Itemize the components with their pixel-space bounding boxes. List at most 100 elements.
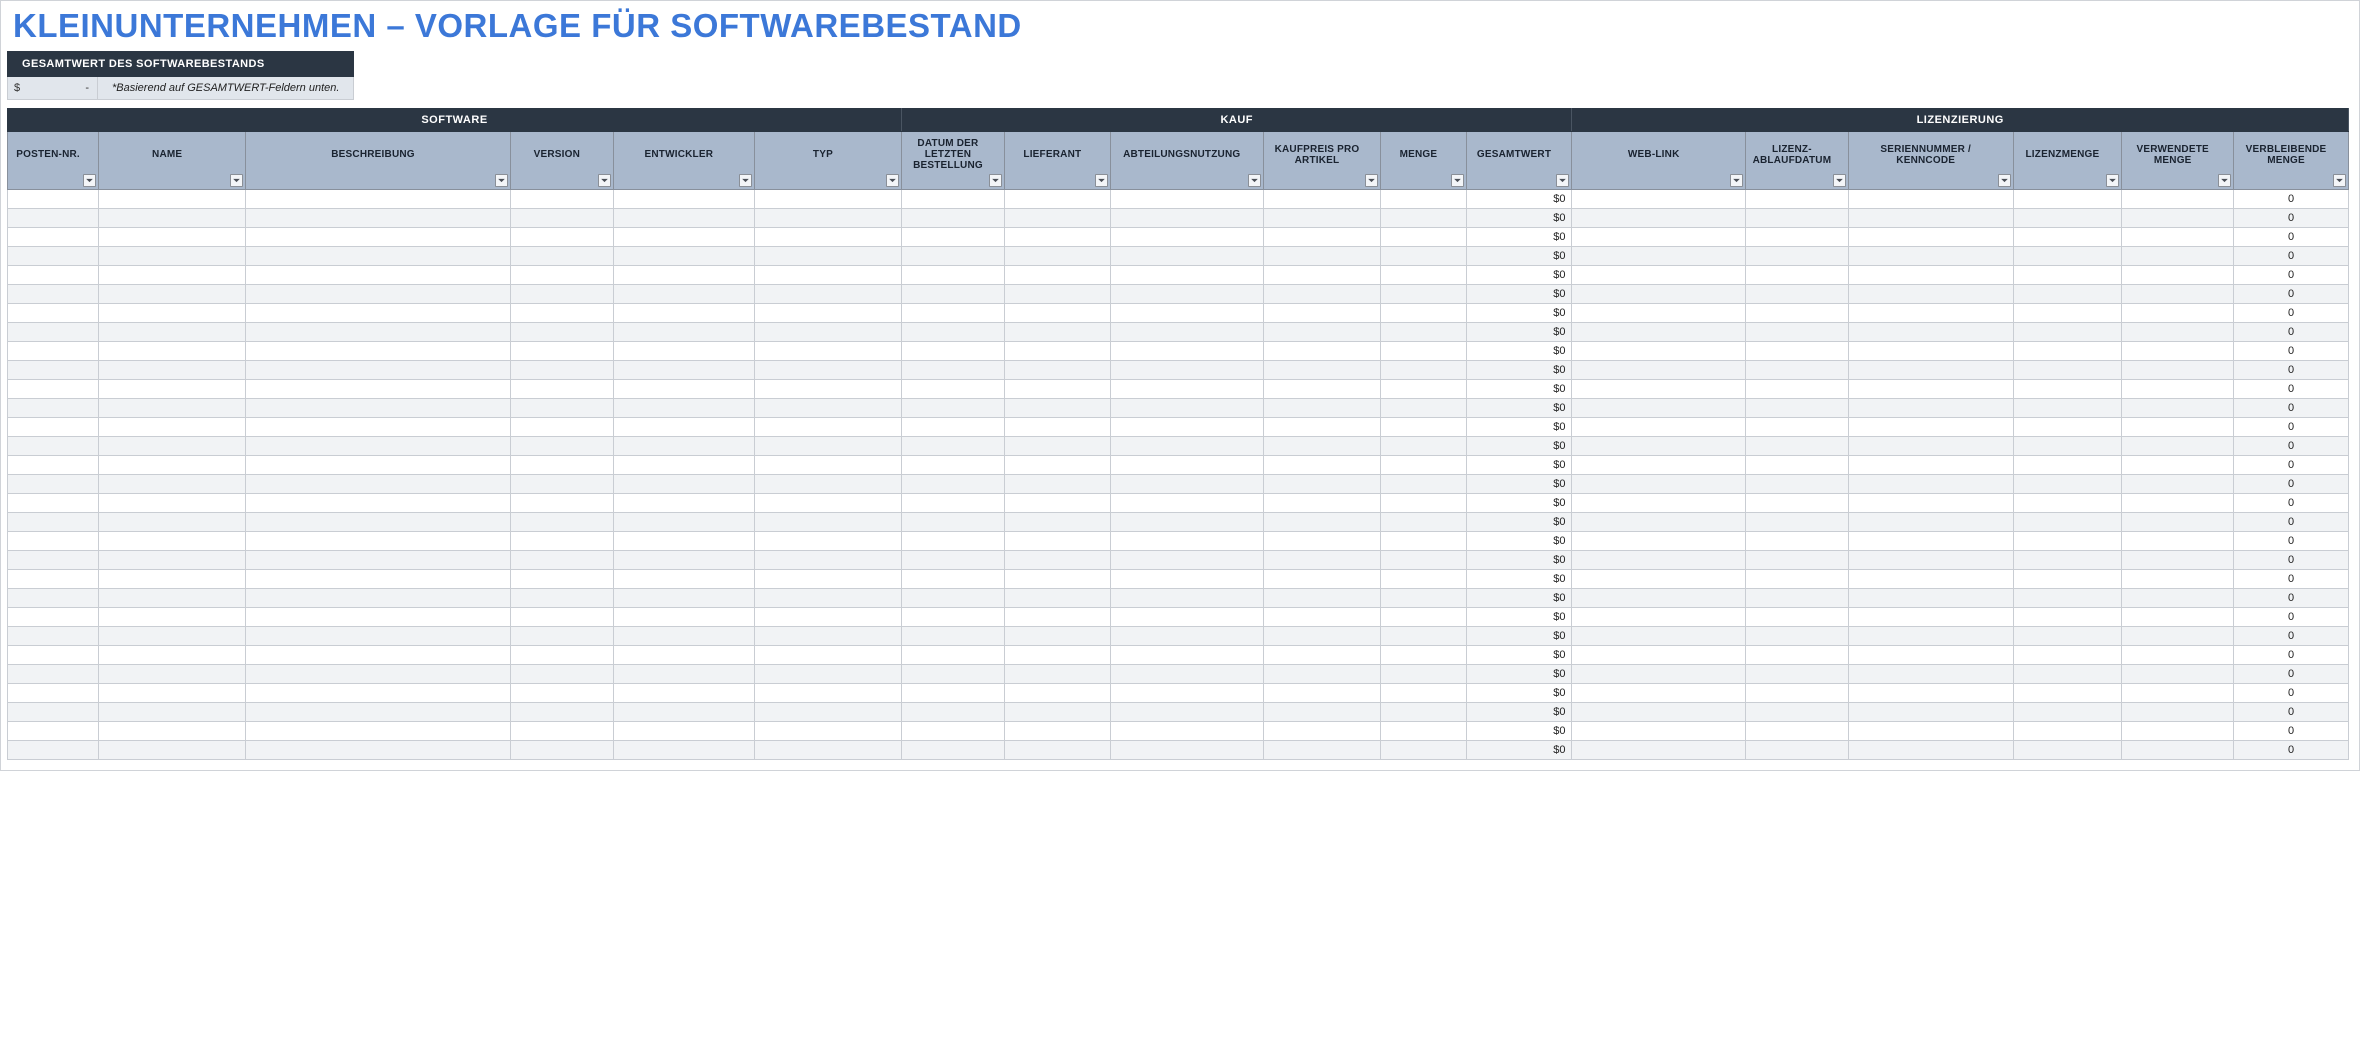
cell-datum[interactable] bbox=[902, 703, 1005, 722]
cell-posten[interactable] bbox=[8, 304, 99, 323]
cell-lizenz_ablauf[interactable] bbox=[1745, 722, 1848, 741]
cell-typ[interactable] bbox=[754, 589, 901, 608]
cell-preis[interactable] bbox=[1263, 342, 1381, 361]
cell-lieferant[interactable] bbox=[1004, 418, 1110, 437]
cell-verwendete_menge[interactable] bbox=[2122, 399, 2234, 418]
cell-version[interactable] bbox=[510, 304, 613, 323]
cell-name[interactable] bbox=[99, 418, 246, 437]
cell-seriennummer[interactable] bbox=[1848, 399, 2013, 418]
cell-abteilung[interactable] bbox=[1110, 589, 1263, 608]
cell-posten[interactable] bbox=[8, 361, 99, 380]
cell-abteilung[interactable] bbox=[1110, 456, 1263, 475]
cell-verwendete_menge[interactable] bbox=[2122, 380, 2234, 399]
cell-menge[interactable] bbox=[1381, 665, 1466, 684]
cell-entwickler[interactable] bbox=[613, 608, 754, 627]
cell-verbleibende_menge[interactable]: 0 bbox=[2234, 247, 2349, 266]
cell-gesamtwert[interactable]: $0 bbox=[1466, 247, 1572, 266]
cell-weblink[interactable] bbox=[1572, 209, 1746, 228]
cell-beschreibung[interactable] bbox=[246, 665, 511, 684]
cell-lieferant[interactable] bbox=[1004, 361, 1110, 380]
col-header-lizenzmenge[interactable]: LIZENZMENGE bbox=[2013, 132, 2122, 190]
cell-weblink[interactable] bbox=[1572, 342, 1746, 361]
cell-version[interactable] bbox=[510, 741, 613, 760]
cell-version[interactable] bbox=[510, 190, 613, 209]
cell-preis[interactable] bbox=[1263, 475, 1381, 494]
cell-weblink[interactable] bbox=[1572, 418, 1746, 437]
cell-lizenzmenge[interactable] bbox=[2013, 722, 2122, 741]
cell-seriennummer[interactable] bbox=[1848, 456, 2013, 475]
cell-entwickler[interactable] bbox=[613, 285, 754, 304]
cell-seriennummer[interactable] bbox=[1848, 608, 2013, 627]
cell-verwendete_menge[interactable] bbox=[2122, 475, 2234, 494]
cell-entwickler[interactable] bbox=[613, 513, 754, 532]
cell-entwickler[interactable] bbox=[613, 627, 754, 646]
cell-abteilung[interactable] bbox=[1110, 418, 1263, 437]
cell-lieferant[interactable] bbox=[1004, 304, 1110, 323]
cell-seriennummer[interactable] bbox=[1848, 304, 2013, 323]
cell-posten[interactable] bbox=[8, 665, 99, 684]
cell-name[interactable] bbox=[99, 399, 246, 418]
cell-verwendete_menge[interactable] bbox=[2122, 437, 2234, 456]
cell-posten[interactable] bbox=[8, 209, 99, 228]
cell-entwickler[interactable] bbox=[613, 209, 754, 228]
cell-datum[interactable] bbox=[902, 361, 1005, 380]
cell-version[interactable] bbox=[510, 361, 613, 380]
cell-beschreibung[interactable] bbox=[246, 304, 511, 323]
cell-preis[interactable] bbox=[1263, 437, 1381, 456]
cell-name[interactable] bbox=[99, 342, 246, 361]
cell-typ[interactable] bbox=[754, 380, 901, 399]
cell-lieferant[interactable] bbox=[1004, 475, 1110, 494]
cell-verwendete_menge[interactable] bbox=[2122, 570, 2234, 589]
cell-version[interactable] bbox=[510, 209, 613, 228]
cell-abteilung[interactable] bbox=[1110, 209, 1263, 228]
cell-verbleibende_menge[interactable]: 0 bbox=[2234, 684, 2349, 703]
cell-datum[interactable] bbox=[902, 456, 1005, 475]
cell-beschreibung[interactable] bbox=[246, 627, 511, 646]
cell-preis[interactable] bbox=[1263, 627, 1381, 646]
cell-weblink[interactable] bbox=[1572, 532, 1746, 551]
cell-datum[interactable] bbox=[902, 722, 1005, 741]
cell-seriennummer[interactable] bbox=[1848, 247, 2013, 266]
cell-verbleibende_menge[interactable]: 0 bbox=[2234, 323, 2349, 342]
filter-dropdown-icon[interactable] bbox=[1365, 174, 1378, 187]
cell-name[interactable] bbox=[99, 532, 246, 551]
cell-posten[interactable] bbox=[8, 418, 99, 437]
cell-weblink[interactable] bbox=[1572, 437, 1746, 456]
cell-verwendete_menge[interactable] bbox=[2122, 551, 2234, 570]
cell-typ[interactable] bbox=[754, 456, 901, 475]
cell-version[interactable] bbox=[510, 513, 613, 532]
cell-version[interactable] bbox=[510, 380, 613, 399]
cell-abteilung[interactable] bbox=[1110, 722, 1263, 741]
cell-verbleibende_menge[interactable]: 0 bbox=[2234, 418, 2349, 437]
cell-lizenz_ablauf[interactable] bbox=[1745, 475, 1848, 494]
cell-menge[interactable] bbox=[1381, 722, 1466, 741]
cell-typ[interactable] bbox=[754, 703, 901, 722]
cell-typ[interactable] bbox=[754, 247, 901, 266]
cell-lizenz_ablauf[interactable] bbox=[1745, 228, 1848, 247]
cell-entwickler[interactable] bbox=[613, 190, 754, 209]
cell-weblink[interactable] bbox=[1572, 361, 1746, 380]
cell-seriennummer[interactable] bbox=[1848, 342, 2013, 361]
cell-beschreibung[interactable] bbox=[246, 190, 511, 209]
cell-posten[interactable] bbox=[8, 684, 99, 703]
cell-gesamtwert[interactable]: $0 bbox=[1466, 608, 1572, 627]
cell-posten[interactable] bbox=[8, 741, 99, 760]
cell-datum[interactable] bbox=[902, 589, 1005, 608]
cell-lizenzmenge[interactable] bbox=[2013, 209, 2122, 228]
cell-seriennummer[interactable] bbox=[1848, 380, 2013, 399]
cell-entwickler[interactable] bbox=[613, 437, 754, 456]
cell-lizenzmenge[interactable] bbox=[2013, 703, 2122, 722]
cell-verwendete_menge[interactable] bbox=[2122, 285, 2234, 304]
cell-datum[interactable] bbox=[902, 399, 1005, 418]
cell-lizenzmenge[interactable] bbox=[2013, 437, 2122, 456]
cell-version[interactable] bbox=[510, 418, 613, 437]
cell-weblink[interactable] bbox=[1572, 285, 1746, 304]
cell-version[interactable] bbox=[510, 475, 613, 494]
cell-seriennummer[interactable] bbox=[1848, 190, 2013, 209]
cell-beschreibung[interactable] bbox=[246, 323, 511, 342]
cell-version[interactable] bbox=[510, 608, 613, 627]
cell-beschreibung[interactable] bbox=[246, 722, 511, 741]
cell-beschreibung[interactable] bbox=[246, 684, 511, 703]
cell-verwendete_menge[interactable] bbox=[2122, 684, 2234, 703]
cell-verbleibende_menge[interactable]: 0 bbox=[2234, 399, 2349, 418]
